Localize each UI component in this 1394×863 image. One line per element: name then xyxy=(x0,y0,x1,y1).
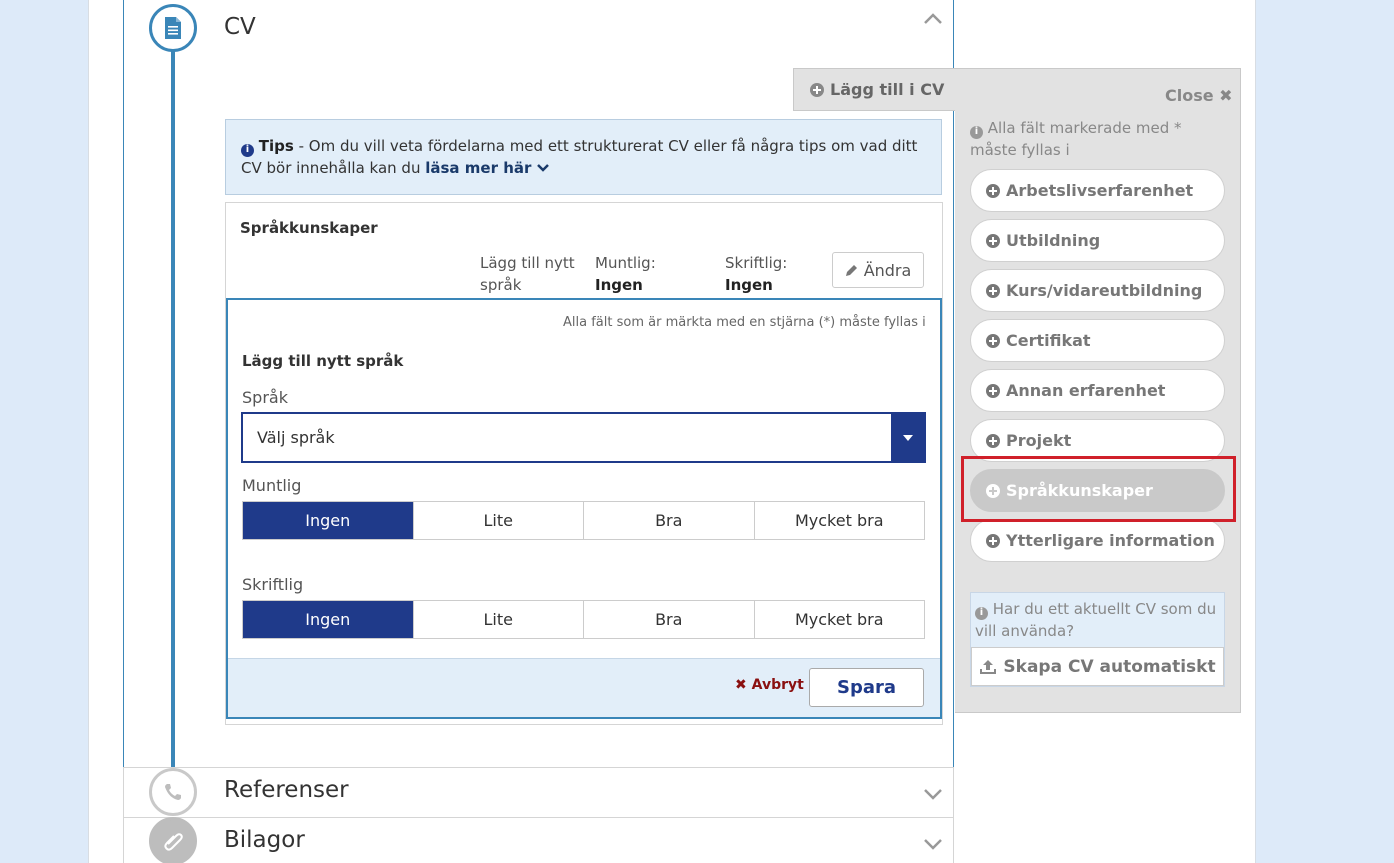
oral-column-value: Ingen xyxy=(595,276,643,294)
cancel-label: Avbryt xyxy=(751,677,804,693)
add-other-experience-button[interactable]: Annan erfarenhet xyxy=(970,369,1225,412)
language-label: Språk xyxy=(242,388,288,407)
language-select-value[interactable]: Välj språk xyxy=(243,414,891,461)
pill-label: Arbetslivserfarenhet xyxy=(1006,181,1194,200)
written-option-ingen[interactable]: Ingen xyxy=(243,601,413,638)
oral-label: Muntlig xyxy=(242,476,302,495)
timeline-line xyxy=(171,40,175,768)
plus-circle-icon xyxy=(986,283,1000,298)
add-to-cv-label: Lägg till i CV xyxy=(830,80,945,99)
add-certificate-button[interactable]: Certifikat xyxy=(970,319,1225,362)
pencil-icon xyxy=(845,264,857,276)
create-cv-automatically-button[interactable]: Skapa CV automatiskt xyxy=(971,647,1224,686)
oral-option-lite[interactable]: Lite xyxy=(412,502,584,539)
close-button[interactable]: Close ✖ xyxy=(1165,86,1233,105)
required-note: Alla fält som är märkta med en stjärna (… xyxy=(563,315,926,330)
pill-label: Ytterligare information xyxy=(1006,531,1215,550)
plus-circle-icon xyxy=(986,233,1000,248)
save-button[interactable]: Spara xyxy=(809,668,924,707)
add-to-cv-tab[interactable]: Lägg till i CV xyxy=(793,68,963,111)
written-column: Skriftlig: Ingen xyxy=(725,252,787,296)
oral-option-bra[interactable]: Bra xyxy=(583,502,754,539)
info-icon: i xyxy=(970,125,983,139)
panel-info-text: Alla fält markerade med * måste fyllas i xyxy=(970,119,1182,159)
upload-icon xyxy=(980,659,997,674)
plus-circle-icon xyxy=(986,533,1000,548)
auto-cv-text: i Har du ett aktuellt CV som du vill anv… xyxy=(975,598,1223,642)
written-option-bra[interactable]: Bra xyxy=(583,601,754,638)
form-heading: Lägg till nytt språk xyxy=(242,352,404,370)
read-more-link[interactable]: läsa mer här xyxy=(425,159,531,177)
auto-cv-question: Har du ett aktuellt CV som du vill använ… xyxy=(975,600,1217,640)
chevron-down-icon[interactable] xyxy=(536,163,550,173)
new-language-column: Lägg till nytt språk xyxy=(480,254,575,294)
pill-label: Projekt xyxy=(1006,431,1072,450)
language-select[interactable]: Välj språk xyxy=(241,412,926,463)
info-icon: i xyxy=(975,606,988,620)
oral-option-ingen[interactable]: Ingen xyxy=(243,502,413,539)
written-column-value: Ingen xyxy=(725,276,773,294)
edit-button[interactable]: Ändra xyxy=(832,252,924,288)
add-additional-info-button[interactable]: Ytterligare information xyxy=(970,519,1225,562)
chevron-down-icon[interactable] xyxy=(923,836,943,855)
plus-circle-icon xyxy=(986,433,1000,448)
add-work-experience-button[interactable]: Arbetslivserfarenhet xyxy=(970,169,1225,212)
pill-label: Utbildning xyxy=(1006,231,1101,250)
cancel-link[interactable]: ✖ Avbryt xyxy=(735,677,804,693)
references-title[interactable]: Referenser xyxy=(224,777,349,803)
close-label: Close xyxy=(1165,86,1214,105)
pill-label: Annan erfarenhet xyxy=(1006,381,1166,400)
oral-level-selector: Ingen Lite Bra Mycket bra xyxy=(242,501,925,540)
chevron-down-icon[interactable] xyxy=(923,786,943,805)
pill-label: Kurs/vidareutbildning xyxy=(1006,281,1203,300)
paperclip-icon xyxy=(149,817,197,863)
create-cv-label: Skapa CV automatiskt xyxy=(1003,656,1216,677)
phone-icon xyxy=(149,768,197,816)
close-x-icon: ✖ xyxy=(735,677,747,693)
written-option-lite[interactable]: Lite xyxy=(412,601,584,638)
highlight-box xyxy=(961,456,1236,522)
attachments-title[interactable]: Bilagor xyxy=(224,827,305,853)
tips-label: Tips xyxy=(258,137,294,155)
language-card-title: Språkkunskaper xyxy=(240,219,378,237)
panel-info-note: i Alla fält markerade med * måste fyllas… xyxy=(970,117,1225,161)
pill-label: Certifikat xyxy=(1006,331,1091,350)
add-course-button[interactable]: Kurs/vidareutbildning xyxy=(970,269,1225,312)
plus-circle-icon xyxy=(986,383,1000,398)
tips-box: i Tips - Om du vill veta fördelarna med … xyxy=(225,119,942,195)
document-icon xyxy=(149,4,197,52)
tips-text: - Om du vill veta fördelarna med ett str… xyxy=(241,137,918,177)
oral-column: Muntlig: Ingen xyxy=(595,252,656,296)
oral-option-mycket-bra[interactable]: Mycket bra xyxy=(753,502,925,539)
add-education-button[interactable]: Utbildning xyxy=(970,219,1225,262)
oral-column-label: Muntlig: xyxy=(595,254,656,272)
written-column-label: Skriftlig: xyxy=(725,254,788,272)
written-option-mycket-bra[interactable]: Mycket bra xyxy=(753,601,925,638)
plus-circle-icon xyxy=(986,333,1000,348)
written-label: Skriftlig xyxy=(242,575,304,594)
info-icon: i xyxy=(241,143,254,157)
edit-button-label: Ändra xyxy=(863,260,912,280)
cv-section-title: CV xyxy=(224,14,256,40)
caret-down-icon[interactable] xyxy=(891,414,924,461)
chevron-up-icon[interactable] xyxy=(923,10,943,31)
plus-circle-icon xyxy=(810,82,824,97)
written-level-selector: Ingen Lite Bra Mycket bra xyxy=(242,600,925,639)
close-icon: ✖ xyxy=(1219,86,1233,105)
plus-circle-icon xyxy=(986,183,1000,198)
